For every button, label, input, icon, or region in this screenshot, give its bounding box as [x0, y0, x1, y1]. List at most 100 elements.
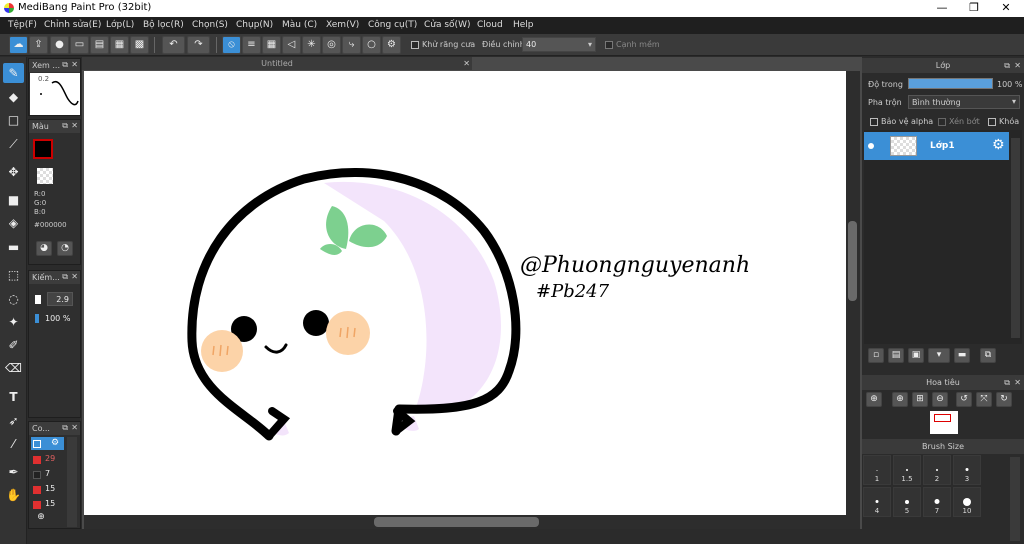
share-icon[interactable]: ⇪ [29, 36, 48, 54]
chat-icon[interactable]: ▭ [70, 36, 89, 54]
redo-icon[interactable]: ↷ [187, 36, 210, 54]
close-icon[interactable]: ✕ [463, 57, 470, 70]
brush-size-scrollbar[interactable] [1010, 457, 1020, 541]
fill-rect-tool-icon[interactable]: ■ [3, 190, 24, 210]
select-tool-icon[interactable]: ⬚ [3, 265, 24, 285]
maximize-button[interactable]: ❐ [958, 0, 990, 17]
bucket-tool-icon[interactable]: ◈ [3, 213, 24, 233]
fit-window-icon[interactable]: ⊞ [912, 392, 928, 407]
radial-snap-icon[interactable]: ✳ [302, 36, 321, 54]
snap-off-icon[interactable]: ⦸ [222, 36, 241, 54]
close-button[interactable]: ✕ [990, 0, 1022, 17]
concentric-snap-icon[interactable]: ◎ [322, 36, 341, 54]
close-icon[interactable]: ✕ [71, 272, 78, 281]
color-picker-icon[interactable]: ◔ [57, 241, 73, 256]
lock-checkbox[interactable] [988, 118, 996, 126]
zoom-out-icon[interactable]: ⊖ [932, 392, 948, 407]
blur-tool-icon[interactable]: ⟋ [3, 134, 24, 154]
layer-row[interactable]: Lớp1 ⚙ [864, 132, 1009, 160]
brush-list-item[interactable]: 7 [31, 468, 64, 481]
brush-list-item[interactable]: 29 [31, 453, 64, 466]
perspective-snap-icon[interactable]: ◁ [282, 36, 301, 54]
layer-scrollbar[interactable] [1011, 138, 1020, 338]
preview-thumbnail[interactable] [930, 411, 958, 434]
parallel-snap-icon[interactable]: ≡ [242, 36, 261, 54]
cloud-icon[interactable]: ☁ [9, 36, 28, 54]
close-icon[interactable]: ✕ [1014, 375, 1021, 390]
brush-size-field[interactable]: 2.9 [47, 292, 73, 306]
minimize-button[interactable]: — [926, 0, 958, 17]
brush-list-item[interactable]: 15 [31, 498, 64, 509]
move-tool-icon[interactable]: ✥ [3, 162, 24, 182]
menu-window[interactable]: Cửa số(W) [424, 20, 470, 30]
blend-dropdown[interactable]: Bình thường ▾ [908, 95, 1020, 109]
brush-list-item[interactable]: 15 [31, 483, 64, 496]
menu-select[interactable]: Chọn(S) [192, 20, 228, 30]
menu-tools[interactable]: Công cụ(T) [368, 20, 417, 30]
clip-checkbox[interactable] [938, 118, 946, 126]
navigator-preview[interactable]: 0.2 [30, 73, 80, 115]
new-halftone-layer-icon[interactable]: ▤ [888, 348, 904, 363]
brush-size-cell[interactable]: 5 [893, 487, 921, 517]
drawing-canvas[interactable]: @Phuongnguyenanh #Pb247 [84, 71, 846, 515]
popout-icon[interactable]: ⧉ [62, 121, 68, 131]
close-icon[interactable]: ✕ [71, 60, 78, 69]
brush-size-cell[interactable]: 4 [863, 487, 891, 517]
menu-file[interactable]: Tệp(F) [8, 20, 37, 30]
close-icon[interactable]: ✕ [71, 423, 78, 432]
eraser-tool-icon[interactable]: ◆ [3, 87, 24, 107]
brush-tool-icon[interactable]: ✎ [3, 63, 24, 83]
scroll-thumb[interactable] [374, 517, 539, 527]
brush-size-cell[interactable]: 2 [923, 455, 951, 485]
comment-icon[interactable]: ● [50, 36, 69, 54]
curve-snap-icon[interactable]: ⤷ [342, 36, 361, 54]
menu-help[interactable]: Help [513, 20, 534, 30]
menu-color[interactable]: Màu (C) [282, 20, 317, 30]
menu-cloud[interactable]: Cloud [477, 20, 503, 30]
lasso-tool-icon[interactable]: ◌ [3, 289, 24, 309]
menu-capture[interactable]: Chụp(N) [236, 20, 273, 30]
correction-dropdown[interactable]: 40 ▾ [522, 37, 596, 52]
dropper-tool-icon[interactable]: ⁄ [3, 434, 24, 454]
eye-icon[interactable] [868, 143, 874, 149]
grid-document-icon[interactable]: ▦ [110, 36, 129, 54]
opacity-slider[interactable] [908, 78, 993, 89]
soft-edge-checkbox[interactable] [605, 41, 613, 49]
select-pen-tool-icon[interactable]: ✐ [3, 335, 24, 355]
brush-size-cell[interactable]: 3 [953, 455, 981, 485]
vertical-scrollbar[interactable] [846, 71, 860, 515]
snap-settings-icon[interactable]: ⚙ [382, 36, 401, 54]
operation-tool-icon[interactable]: ➶ [3, 411, 24, 431]
flip-icon[interactable]: ⤧ [976, 392, 992, 407]
gradient-tool-icon[interactable]: ▬ [3, 237, 24, 257]
popout-icon[interactable]: ⧉ [62, 423, 68, 433]
eyedropper-tool-icon[interactable]: ✒ [3, 462, 24, 482]
gear-icon[interactable]: ⚙ [51, 438, 59, 448]
magic-wand-tool-icon[interactable]: ✦ [3, 312, 24, 332]
add-brush-icon[interactable]: ⊕ [33, 511, 49, 526]
hand-tool-icon[interactable]: ✋ [3, 485, 24, 505]
popout-icon[interactable]: ⧉ [1004, 58, 1010, 73]
menu-view[interactable]: Xem(V) [326, 20, 359, 30]
grid-snap-icon[interactable]: ▦ [262, 36, 281, 54]
undo-icon[interactable]: ↶ [162, 36, 185, 54]
new-1bit-layer-icon[interactable]: ▣ [908, 348, 924, 363]
tiles-icon[interactable]: ▩ [130, 36, 149, 54]
popout-icon[interactable]: ⧉ [1004, 375, 1010, 390]
rect-tool-icon[interactable]: □ [3, 110, 24, 130]
brush-size-cell[interactable]: 1.5 [893, 455, 921, 485]
popout-icon[interactable]: ⧉ [62, 60, 68, 70]
rotate-left-icon[interactable]: ↺ [956, 392, 972, 407]
menu-layer[interactable]: Lớp(L) [106, 20, 134, 30]
brush-size-cell[interactable]: 7 [923, 487, 951, 517]
menu-filter[interactable]: Bộ lọc(R) [143, 20, 184, 30]
brush-list-scrollbar[interactable] [67, 437, 77, 527]
layer-menu-icon[interactable]: ▾ [928, 348, 950, 363]
close-icon[interactable]: ✕ [1014, 58, 1021, 73]
folder-icon[interactable]: ▬ [954, 348, 970, 363]
zoom-in-icon[interactable]: ⊕ [892, 392, 908, 407]
brush-size-cell[interactable]: 10 [953, 487, 981, 517]
close-icon[interactable]: ✕ [71, 121, 78, 130]
palette-icon[interactable]: ◕ [36, 241, 52, 256]
scroll-thumb[interactable] [848, 221, 857, 301]
